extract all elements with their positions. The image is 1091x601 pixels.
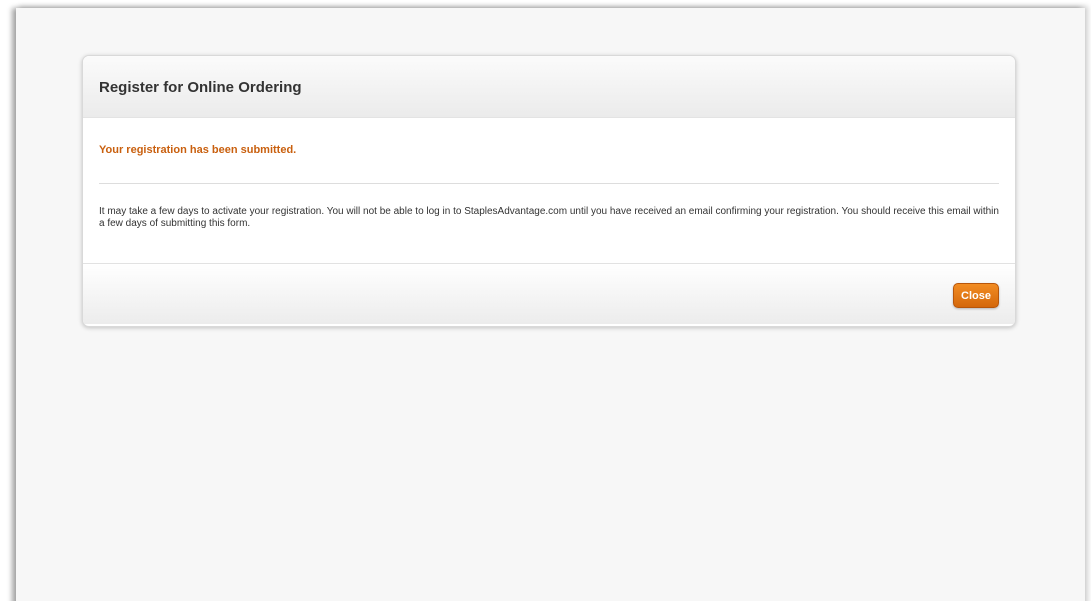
screenshot-frame: Register for Online Ordering Your regist… [0,0,1091,601]
dialog-title: Register for Online Ordering [99,79,302,96]
close-button[interactable]: Close [953,283,999,308]
dialog-header: Register for Online Ordering [83,56,1015,118]
dialog-footer: Close [83,264,1015,324]
dialog-body: Your registration has been submitted. It… [83,118,1015,264]
divider [99,183,999,184]
page-background: Register for Online Ordering Your regist… [16,8,1085,601]
registration-dialog: Register for Online Ordering Your regist… [82,55,1016,327]
info-text: It may take a few days to activate your … [99,206,999,229]
success-message: Your registration has been submitted. [99,144,297,156]
